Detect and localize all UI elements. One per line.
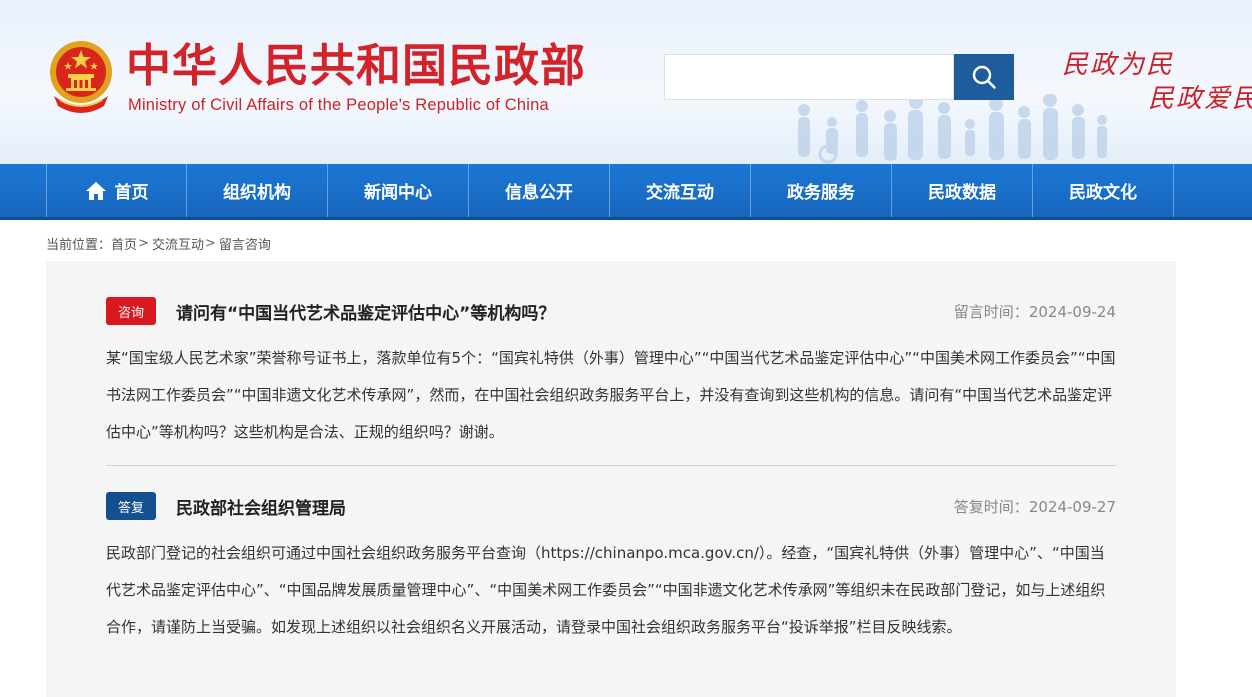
main-nav: 首页 组织机构 新闻中心 信息公开 交流互动 政务服务 民政数据 民政文化 (0, 164, 1252, 220)
question-time-value: 2024-09-24 (1028, 303, 1116, 321)
nav-item-home[interactable]: 首页 (46, 164, 187, 217)
divider (106, 465, 1116, 466)
nav-item-organization[interactable]: 组织机构 (187, 164, 328, 217)
search-button[interactable] (954, 54, 1014, 100)
question-title: 请问有“中国当代艺术品鉴定评估中心”等机构吗？ (176, 304, 556, 324)
nav-item-interaction[interactable]: 交流互动 (610, 164, 751, 217)
question-time: 留言时间：2024-09-24 (954, 301, 1116, 322)
nav-item-services[interactable]: 政务服务 (751, 164, 892, 217)
message-panel: 咨询 请问有“中国当代艺术品鉴定评估中心”等机构吗？ 留言时间：2024-09-… (46, 261, 1176, 697)
question-body: 某“国宝级人民艺术家”荣誉称号证书上，落款单位有5个：“国宾礼特供（外事）管理中… (106, 349, 1116, 441)
breadcrumb-consultation[interactable]: 留言咨询 (219, 234, 271, 253)
breadcrumb-separator: > (138, 236, 149, 251)
answer-time: 答复时间：2024-09-27 (954, 496, 1116, 517)
reply-badge: 答复 (106, 492, 156, 520)
breadcrumb-separator: > (204, 236, 216, 251)
site-title-english: Ministry of Civil Affairs of the People'… (128, 96, 549, 114)
nav-item-culture[interactable]: 民政文化 (1033, 164, 1174, 217)
nav-label: 首页 (114, 183, 149, 203)
site-header: 中华人民共和国民政部 Ministry of Civil Affairs of … (0, 0, 1252, 164)
question-time-label: 留言时间： (953, 303, 1029, 321)
breadcrumb-interaction[interactable]: 交流互动 (152, 234, 204, 253)
answer-time-label: 答复时间： (953, 498, 1029, 516)
national-emblem-icon (50, 41, 112, 113)
consult-badge: 咨询 (106, 297, 156, 325)
slogan-line-1: 民政为民 (1062, 50, 1175, 80)
breadcrumb: 当前位置： 首页 > 交流互动 > 留言咨询 (46, 234, 271, 253)
answer-body: 民政部门登记的社会组织可通过中国社会组织政务服务平台查询（https://chi… (106, 544, 1106, 636)
nav-item-disclosure[interactable]: 信息公开 (469, 164, 610, 217)
answer-title: 民政部社会组织管理局 (176, 499, 346, 519)
breadcrumb-home[interactable]: 首页 (111, 234, 137, 253)
search-input[interactable] (664, 54, 954, 100)
answer-time-value: 2024-09-27 (1028, 498, 1116, 516)
site-title: 中华人民共和国民政部 (126, 39, 587, 92)
slogan-line-2: 民政爱民 (1148, 84, 1252, 114)
nav-item-news[interactable]: 新闻中心 (328, 164, 469, 217)
family-silhouette-decoration (798, 94, 1107, 164)
breadcrumb-prefix: 当前位置： (46, 238, 112, 253)
nav-item-data[interactable]: 民政数据 (892, 164, 1033, 217)
search-icon (972, 65, 996, 89)
home-icon (85, 181, 107, 201)
